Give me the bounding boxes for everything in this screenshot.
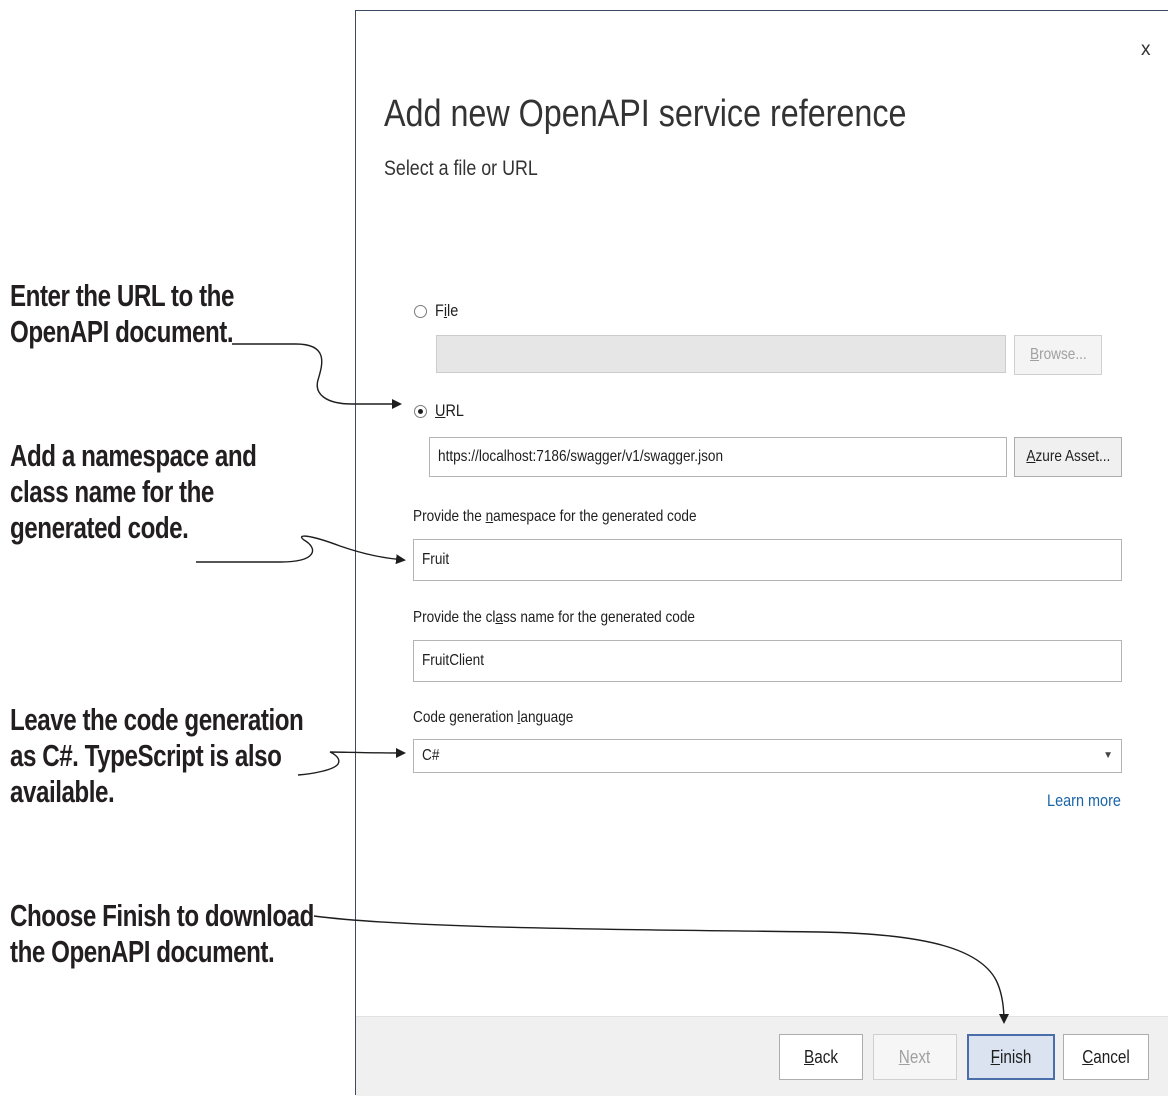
- chevron-down-icon: ▼: [1103, 750, 1113, 761]
- language-select-value: C#: [422, 747, 440, 764]
- back-button[interactable]: Back: [779, 1034, 863, 1080]
- language-label: Code generation language: [413, 709, 574, 726]
- close-icon[interactable]: x: [1141, 39, 1151, 61]
- annotation-line: available.: [10, 774, 115, 809]
- cancel-button[interactable]: Cancel: [1063, 1034, 1149, 1080]
- browse-button[interactable]: Browse...: [1014, 335, 1102, 375]
- annotation-line: Add a namespace and: [10, 438, 257, 473]
- annotation-line: as C#. TypeScript is also: [10, 738, 282, 773]
- finish-button[interactable]: Finish: [967, 1034, 1055, 1080]
- language-select[interactable]: C# ▼: [413, 739, 1122, 773]
- dialog-footer: Back Next Finish Cancel: [356, 1016, 1168, 1096]
- namespace-label: Provide the namespace for the generated …: [413, 508, 697, 525]
- file-path-input[interactable]: [436, 335, 1006, 373]
- file-radio[interactable]: [414, 304, 427, 318]
- annotation-line: Enter the URL to the: [10, 278, 234, 313]
- classname-input[interactable]: FruitClient: [413, 640, 1122, 682]
- learn-more-link[interactable]: Learn more: [1047, 791, 1121, 811]
- annotation-url: Enter the URL to the OpenAPI document.: [10, 278, 234, 350]
- annotation-language: Leave the code generation as C#. TypeScr…: [10, 702, 304, 810]
- dialog-subtitle: Select a file or URL: [384, 157, 538, 180]
- annotation-line: the OpenAPI document.: [10, 934, 275, 969]
- dialog-title: Add new OpenAPI service reference: [384, 93, 907, 135]
- annotation-line: Choose Finish to download: [10, 898, 314, 933]
- url-radio-label: URL: [435, 401, 464, 420]
- url-radio-option[interactable]: URL: [414, 401, 469, 421]
- annotation-line: generated code.: [10, 510, 189, 545]
- file-radio-label: File: [435, 301, 459, 320]
- openapi-dialog: x Add new OpenAPI service reference Sele…: [355, 10, 1168, 1096]
- annotation-finish: Choose Finish to download the OpenAPI do…: [10, 898, 314, 970]
- annotation-line: class name for the: [10, 474, 214, 509]
- next-button[interactable]: Next: [873, 1034, 957, 1080]
- url-radio[interactable]: [414, 404, 427, 418]
- azure-asset-button[interactable]: Azure Asset...: [1014, 437, 1122, 477]
- url-input[interactable]: https://localhost:7186/swagger/v1/swagge…: [429, 437, 1007, 477]
- file-radio-option[interactable]: File: [414, 301, 462, 321]
- annotation-line: OpenAPI document.: [10, 314, 234, 349]
- classname-label: Provide the class name for the generated…: [413, 609, 696, 626]
- annotation-line: Leave the code generation: [10, 702, 304, 737]
- namespace-input[interactable]: Fruit: [413, 539, 1122, 581]
- annotation-namespace: Add a namespace and class name for the g…: [10, 438, 257, 546]
